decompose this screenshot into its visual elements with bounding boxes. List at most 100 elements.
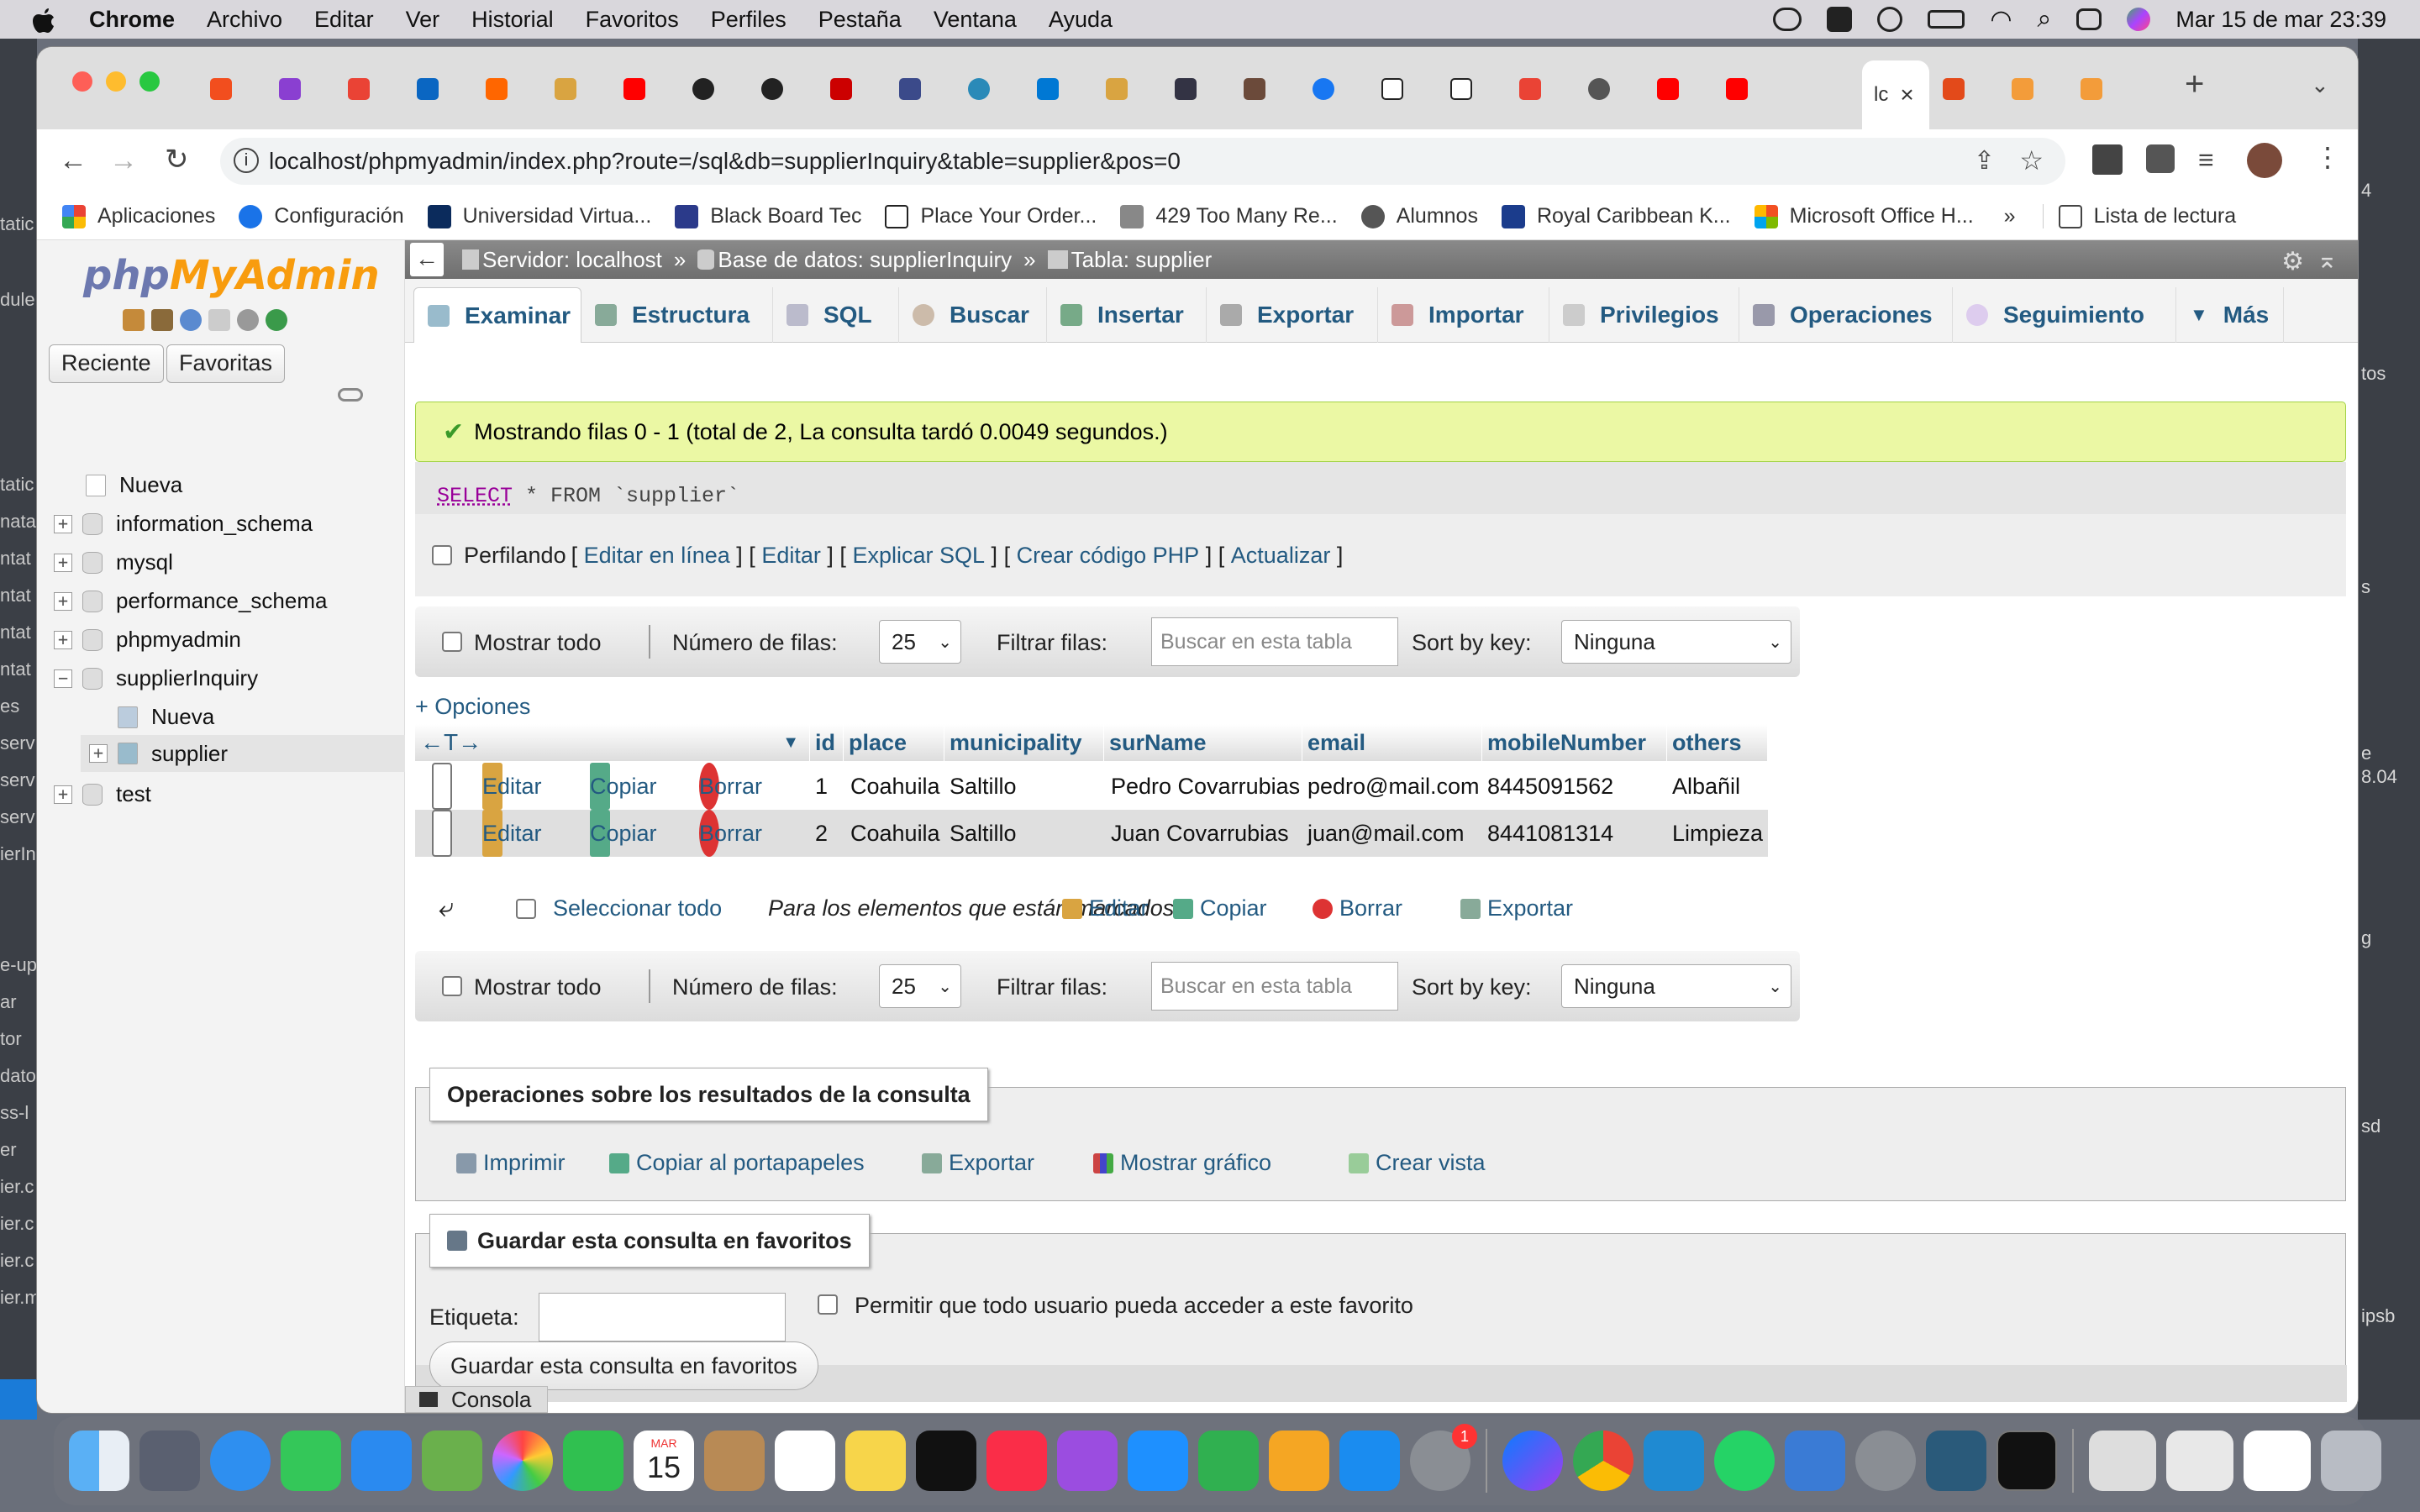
phpmyadmin-logo[interactable]: phpMyAdmin [83,252,380,299]
pages-icon[interactable] [1269,1431,1329,1491]
tab-examinar[interactable]: Examinar [413,287,581,343]
maps-icon[interactable] [422,1431,482,1491]
sort-select[interactable]: Ninguna ⌄ [1561,620,1791,664]
console-toggle[interactable]: Consola [405,1386,548,1413]
tree-item-test[interactable]: + test [54,781,151,807]
address-bar[interactable]: i localhost/phpmyadmin/index.php?route=/… [220,138,2065,185]
tab-seguimiento[interactable]: Seguimiento [1953,287,2176,343]
minimize-window-button[interactable] [106,71,126,92]
menu-editar[interactable]: Editar [314,7,374,33]
tab-insertar[interactable]: Insertar [1047,287,1207,343]
settings-gear-icon[interactable]: ⚙ [2281,247,2304,276]
tab-ycombinator[interactable] [486,67,513,111]
print-button[interactable]: Imprimir [456,1150,565,1176]
reading-list[interactable]: Lista de lectura [2042,204,2236,228]
keynote-icon[interactable] [1128,1431,1188,1491]
tab-youtube-3[interactable] [1726,67,1753,111]
sql-query-text[interactable]: SELECT * FROM `supplier` [437,484,739,508]
bookmark-apps[interactable]: Aplicaciones [62,204,215,228]
column-resize-arrows-icon[interactable]: ←T→ [420,729,481,756]
contacts-icon[interactable] [704,1431,765,1491]
column-header-surname[interactable]: surName [1104,724,1302,761]
breadcrumb-table[interactable]: Tabla: supplier [1071,247,1213,273]
column-header-mobilenumber[interactable]: mobileNumber [1482,724,1667,761]
terminal-icon[interactable] [1996,1431,2057,1491]
chrome-icon[interactable] [1573,1431,1634,1491]
bookmark-label-input[interactable] [539,1293,786,1341]
bookmark-microsoft-office[interactable]: Microsoft Office H... [1754,204,1974,228]
create-view-button[interactable]: Crear vista [1349,1150,1486,1176]
tab-site[interactable] [1106,67,1133,111]
tree-item-new[interactable]: Nueva [86,472,182,498]
site-info-icon[interactable]: i [234,148,259,173]
tree-item-new-table[interactable]: Nueva [118,704,214,730]
menubar-app-name[interactable]: Chrome [89,7,175,33]
tab-linkedin[interactable] [417,67,444,111]
select-all-checkbox[interactable] [516,899,536,919]
safari-icon[interactable] [210,1431,271,1491]
active-tab[interactable]: lc × [1862,60,1929,129]
cell-surname[interactable]: Juan Covarrubias [1111,810,1289,857]
close-tab-icon[interactable]: × [1900,81,1913,108]
cell-municipality[interactable]: Saltillo [950,810,1017,857]
media-control-icon[interactable]: ≡ [2198,144,2214,176]
show-chart-button[interactable]: Mostrar gráfico [1093,1150,1271,1176]
tab-mas[interactable]: ▼ Más [2176,287,2284,343]
clock[interactable]: Mar 15 de mar 23:39 [2175,7,2386,33]
expand-icon[interactable]: + [54,785,72,804]
tab-site[interactable] [899,67,926,111]
cell-municipality[interactable]: Saltillo [950,763,1017,810]
calendar-icon[interactable]: MAR 15 [634,1431,694,1491]
siri-icon[interactable] [2127,8,2151,31]
menu-historial[interactable]: Historial [471,7,554,33]
profile-avatar[interactable] [2247,143,2282,178]
tab-facebook[interactable] [1313,67,1339,111]
tab-site[interactable] [2012,67,2039,111]
sort-select[interactable]: Ninguna ⌄ [1561,964,1791,1008]
tab-amazon-2[interactable] [1450,67,1477,111]
tab-gmail[interactable] [348,67,375,111]
minimized-window-icon[interactable] [2089,1431,2156,1491]
tab-github-2[interactable] [761,67,788,111]
reminders-icon[interactable] [775,1431,835,1491]
cell-mobilenumber[interactable]: 8445091562 [1487,763,1613,810]
cell-others[interactable]: Albañil [1672,763,1740,810]
xcode-icon[interactable] [1785,1431,1845,1491]
tab-outlook[interactable] [1037,67,1064,111]
expand-icon[interactable]: + [54,591,72,611]
mysql-workbench-icon[interactable] [1926,1431,1986,1491]
battery-icon[interactable] [1928,10,1965,29]
tab-youtube[interactable] [623,67,650,111]
tab-site[interactable] [2081,67,2107,111]
collapse-nav-icon[interactable]: ← [410,243,444,276]
tab-exportar[interactable]: Exportar [1207,287,1378,343]
tab-site[interactable] [1588,67,1615,111]
tab-amazon[interactable] [1381,67,1408,111]
bookmark-universidad[interactable]: Universidad Virtua... [427,204,651,228]
minimized-window-icon[interactable] [2244,1431,2311,1491]
link-refresh[interactable]: Actualizar [1231,543,1331,569]
share-icon[interactable]: ⇪ [1974,146,1995,176]
link-with-main-panel-icon[interactable] [338,388,363,402]
column-header-municipality[interactable]: municipality [944,724,1104,761]
apple-icon[interactable] [32,7,57,33]
wifi-icon[interactable]: ◠ [1990,5,2012,34]
tab-estructura[interactable]: Estructura [581,287,773,343]
bookmark-royal-caribbean[interactable]: Royal Caribbean K... [1501,204,1731,228]
play-icon[interactable] [1877,7,1903,32]
link-edit-inline[interactable]: Editar en línea [584,543,730,569]
sort-dropdown-icon[interactable]: ▼ [782,733,799,753]
column-header-email[interactable]: email [1302,724,1482,761]
cell-place[interactable]: Coahuila [850,763,940,810]
shared-bookmark-checkbox[interactable] [818,1294,838,1315]
tab-search-icon[interactable]: ⌄ [2311,72,2329,98]
cell-place[interactable]: Coahuila [850,810,940,857]
tree-item-mysql[interactable]: + mysql [54,549,173,575]
menu-ventana[interactable]: Ventana [934,7,1017,33]
filter-input[interactable]: Buscar en esta tabla [1151,962,1398,1011]
messages-icon[interactable] [281,1431,341,1491]
photos-icon[interactable] [492,1431,553,1491]
link-create-php[interactable]: Crear código PHP [1017,543,1200,569]
bookmark-star-icon[interactable]: ☆ [2019,144,2044,176]
menu-pestana[interactable]: Pestaña [818,7,902,33]
